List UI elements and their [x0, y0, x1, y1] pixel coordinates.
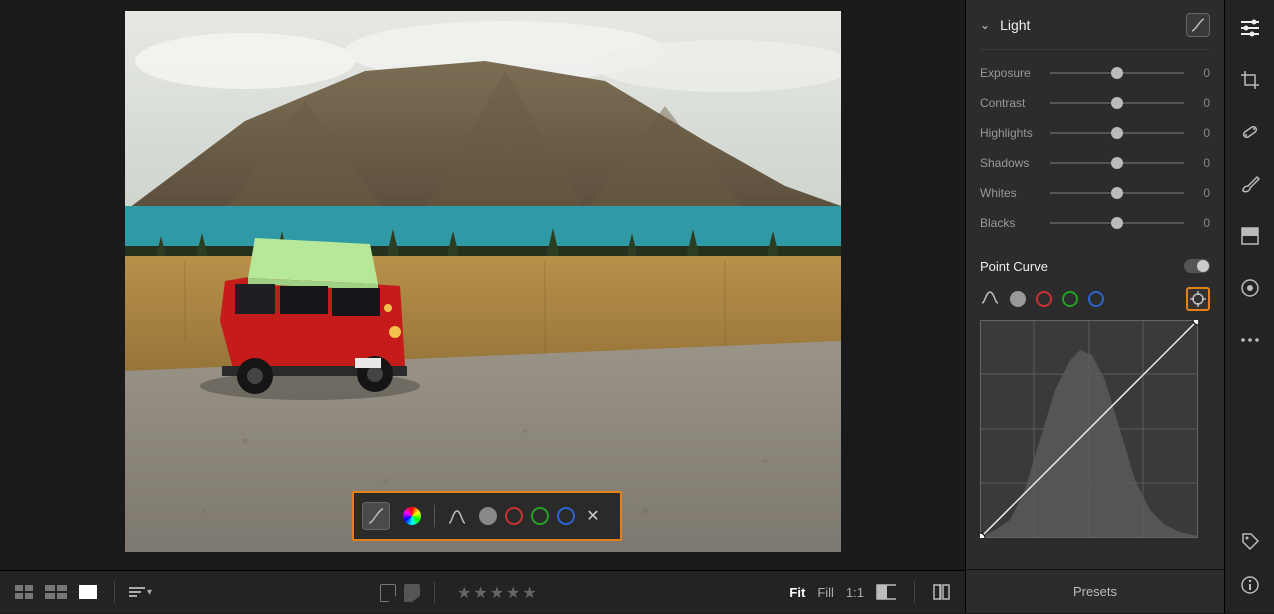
star-icon[interactable]: ★	[522, 583, 536, 603]
rating-stars[interactable]: ★ ★ ★ ★ ★	[457, 583, 537, 603]
channel-green-button[interactable]	[531, 507, 549, 525]
tone-curve-toggle-button[interactable]	[1186, 13, 1210, 37]
tool-strip	[1224, 0, 1274, 613]
star-icon[interactable]: ★	[506, 583, 520, 603]
channel-red-button[interactable]	[1036, 291, 1052, 307]
point-curve-title: Point Curve	[980, 259, 1184, 274]
star-icon[interactable]: ★	[490, 583, 504, 603]
zoom-fill-button[interactable]: Fill	[817, 585, 834, 600]
divider	[434, 582, 435, 604]
slider-contrast[interactable]: Contrast 0	[980, 88, 1210, 118]
channel-green-button[interactable]	[1062, 291, 1078, 307]
edited-photo[interactable]	[125, 11, 841, 552]
parametric-curve-button[interactable]	[443, 502, 471, 530]
channel-luma-button[interactable]	[1010, 291, 1026, 307]
chevron-down-icon: ▾	[147, 587, 152, 598]
filmstrip-bar: ▾ ★ ★ ★ ★ ★ Fit Fill 1:1	[0, 570, 965, 613]
slider-blacks[interactable]: Blacks 0	[980, 208, 1210, 238]
collapse-icon[interactable]: ⌄	[980, 18, 990, 32]
more-icon[interactable]	[1238, 328, 1262, 352]
slider-highlights[interactable]: Highlights 0	[980, 118, 1210, 148]
targeted-adjustment-button[interactable]	[1186, 287, 1210, 311]
slider-whites[interactable]: Whites 0	[980, 178, 1210, 208]
info-icon[interactable]	[1238, 573, 1262, 597]
close-floating-toolbar-button[interactable]: ✕	[583, 506, 603, 526]
star-icon[interactable]: ★	[457, 583, 471, 603]
radial-gradient-icon[interactable]	[1238, 276, 1262, 300]
slider-shadows[interactable]: Shadows 0	[980, 148, 1210, 178]
edit-panel: ⌄ Light Exposure 0 Contrast 0 Highlights…	[965, 0, 1224, 613]
flag-pick-button[interactable]	[380, 584, 396, 602]
slider-exposure[interactable]: Exposure 0	[980, 58, 1210, 88]
brush-icon[interactable]	[1238, 172, 1262, 196]
divider	[434, 505, 435, 527]
channel-blue-button[interactable]	[557, 507, 575, 525]
view-grid-small-button[interactable]	[12, 583, 36, 601]
sort-button[interactable]: ▾	[129, 587, 152, 598]
show-original-button[interactable]	[876, 584, 896, 600]
divider	[114, 581, 115, 603]
color-wheel-button[interactable]	[398, 502, 426, 530]
parametric-curve-button[interactable]	[980, 289, 1000, 310]
toggle-panels-button[interactable]	[933, 584, 953, 600]
flag-reject-button[interactable]	[404, 584, 420, 602]
channel-luma-button[interactable]	[479, 507, 497, 525]
linear-gradient-icon[interactable]	[1238, 224, 1262, 248]
view-single-button[interactable]	[76, 583, 100, 601]
zoom-1to1-button[interactable]: 1:1	[846, 585, 864, 600]
point-curve-toggle[interactable]	[1184, 259, 1210, 273]
presets-button[interactable]: Presets	[966, 569, 1224, 613]
healing-icon[interactable]	[1238, 120, 1262, 144]
panel-title: Light	[1000, 17, 1176, 33]
channel-red-button[interactable]	[505, 507, 523, 525]
channel-blue-button[interactable]	[1088, 291, 1104, 307]
tag-icon[interactable]	[1238, 529, 1262, 553]
edit-sliders-icon[interactable]	[1238, 16, 1262, 40]
tone-curve-floating-toolbar: ✕	[352, 491, 622, 541]
curve-editor[interactable]	[980, 320, 1198, 538]
divider	[914, 581, 915, 603]
tone-curve-mode-button[interactable]	[362, 502, 390, 530]
zoom-fit-button[interactable]: Fit	[789, 585, 805, 600]
view-grid-large-button[interactable]	[44, 583, 68, 601]
star-icon[interactable]: ★	[473, 583, 487, 603]
canvas-area: ✕	[0, 0, 965, 570]
crop-icon[interactable]	[1238, 68, 1262, 92]
